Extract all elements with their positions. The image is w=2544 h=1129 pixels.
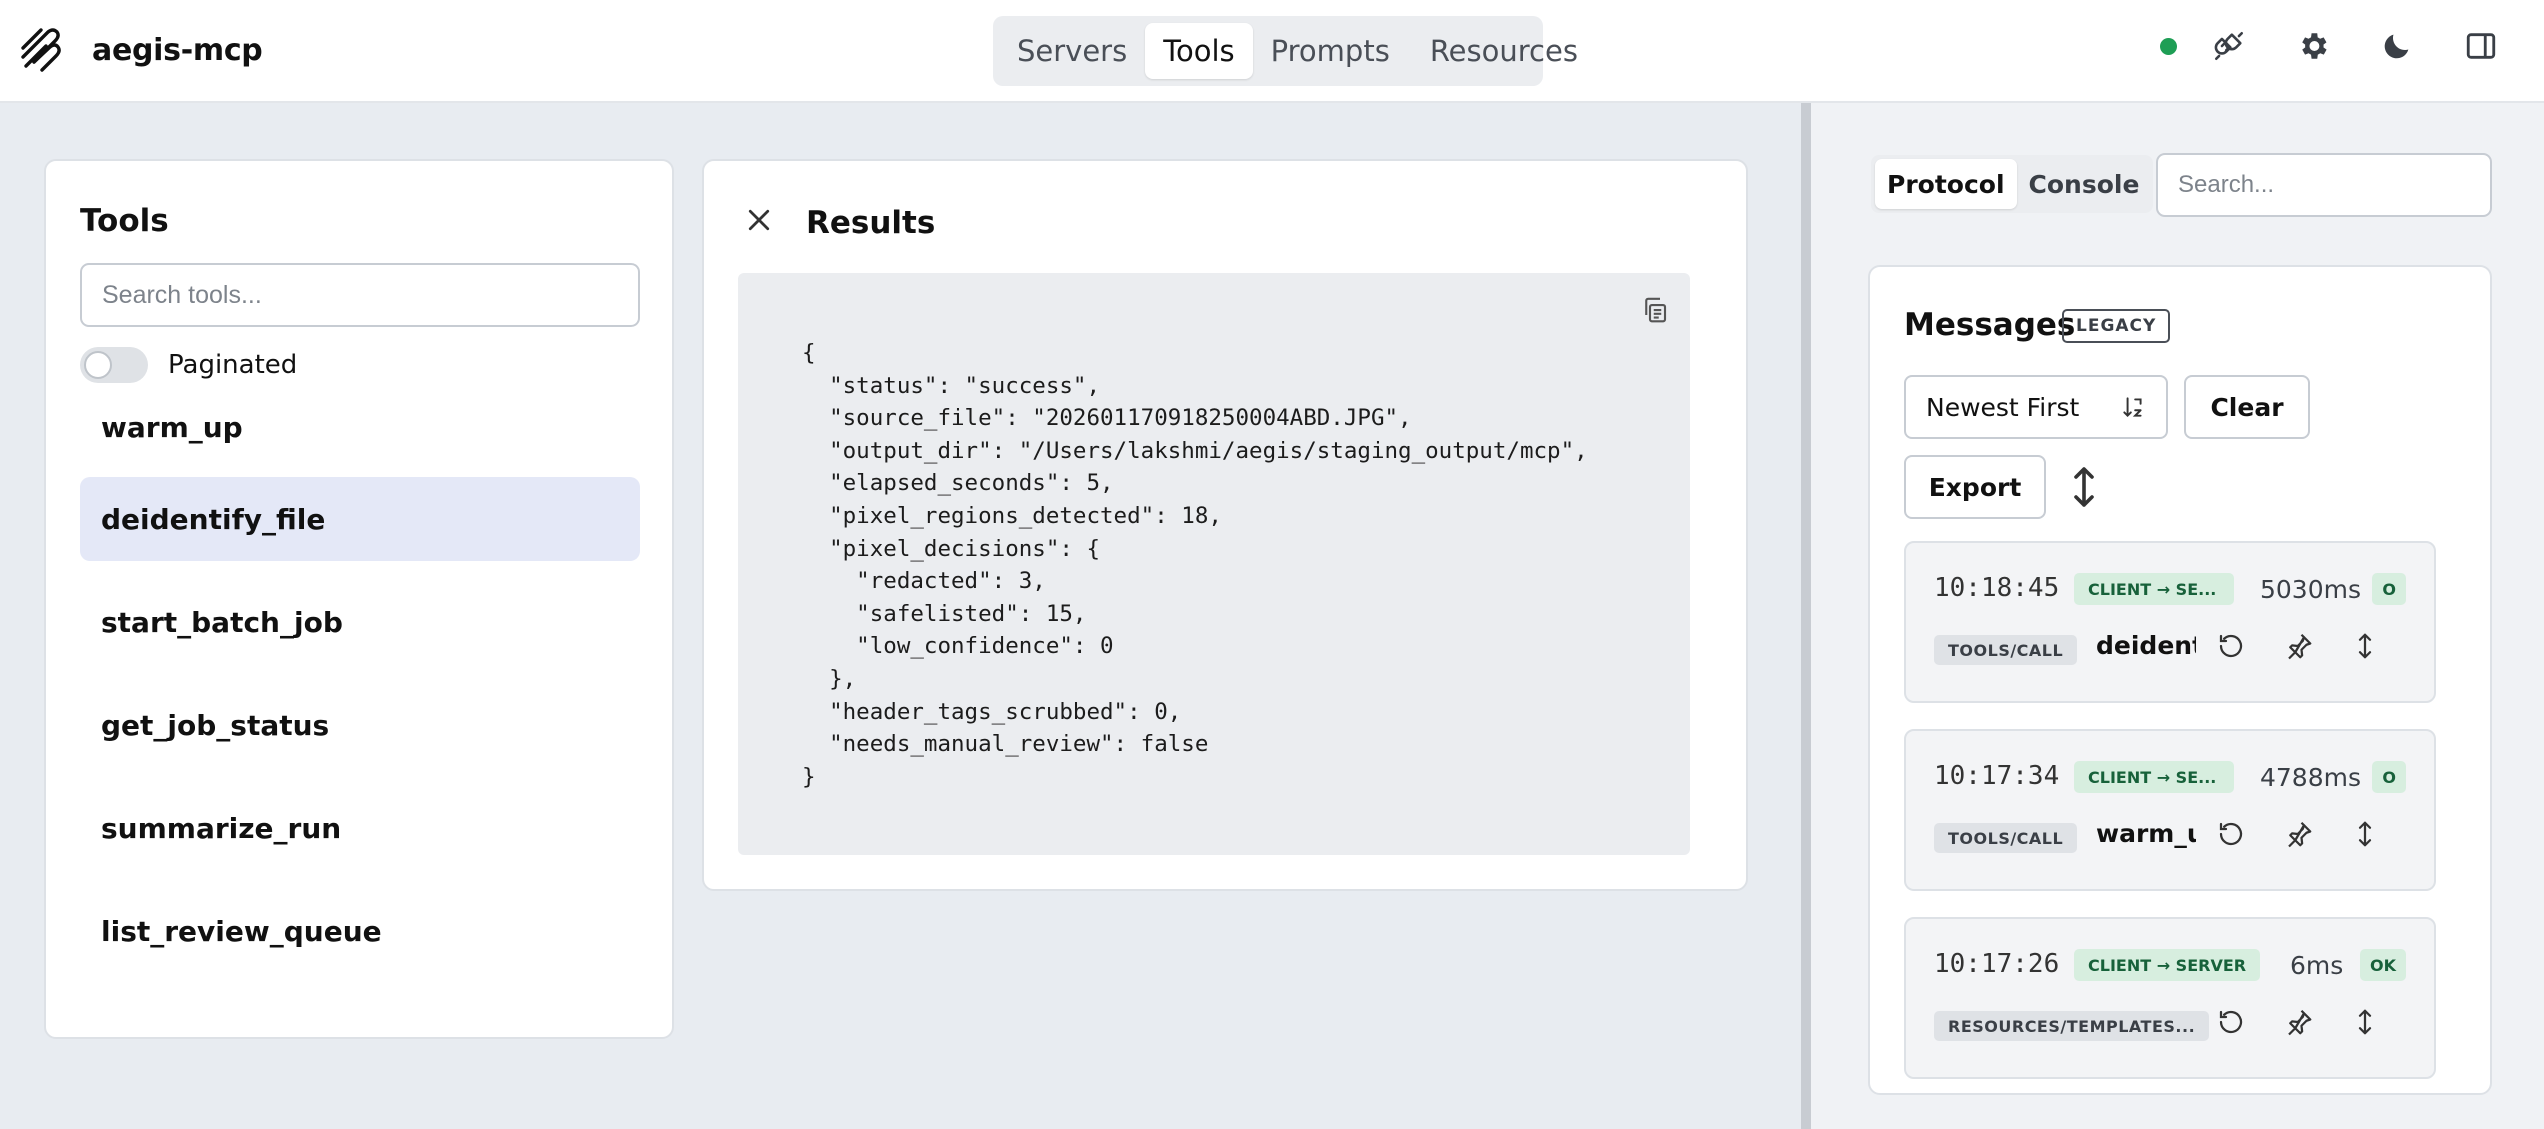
results-panel: Results { "status": "success", "source_f… bbox=[702, 159, 1748, 891]
replay-button[interactable] bbox=[2216, 819, 2252, 855]
pin-icon bbox=[2288, 1009, 2312, 1036]
tool-item-deidentify-file[interactable]: deidentify_file bbox=[80, 477, 640, 561]
expand-button[interactable] bbox=[2350, 819, 2386, 855]
tab-protocol[interactable]: Protocol bbox=[1875, 159, 2017, 209]
message-time: 10:17:26 bbox=[1934, 949, 2060, 979]
pin-button[interactable] bbox=[2284, 631, 2320, 667]
paginated-label: Paginated bbox=[168, 350, 298, 380]
message-time: 10:17:34 bbox=[1934, 761, 2060, 791]
message-time: 10:18:45 bbox=[1934, 573, 2060, 603]
export-button[interactable]: Export bbox=[1904, 455, 2046, 519]
moon-icon bbox=[2384, 34, 2409, 59]
paginated-toggle[interactable] bbox=[80, 347, 148, 383]
message-item[interactable]: 10:17:26 CLIENT → SERVER 6ms OK RESOURCE… bbox=[1904, 917, 2436, 1079]
method-badge: TOOLS/CALL bbox=[1934, 823, 2078, 853]
message-item[interactable]: 10:17:34 CLIENT → SE... 4788ms O TOOLS/C… bbox=[1904, 729, 2436, 891]
replay-icon bbox=[2219, 634, 2243, 658]
method-badge: TOOLS/CALL bbox=[1934, 635, 2078, 665]
pin-icon bbox=[2288, 821, 2312, 848]
tool-list: warm_up deidentify_file start_batch_job … bbox=[80, 403, 640, 992]
tab-tools[interactable]: Tools bbox=[1145, 23, 1253, 79]
direction-badge: CLIENT → SE... bbox=[2074, 573, 2234, 605]
replay-button[interactable] bbox=[2216, 1007, 2252, 1043]
connection-status-dot bbox=[2160, 38, 2177, 55]
brand: aegis-mcp bbox=[20, 26, 263, 74]
tool-item-start-batch-job[interactable]: start_batch_job bbox=[80, 580, 640, 664]
results-json-block: { "status": "success", "source_file": "2… bbox=[738, 273, 1690, 855]
tab-servers[interactable]: Servers bbox=[999, 23, 1145, 79]
message-tool-name: warm_up bbox=[2096, 819, 2196, 848]
plug-icon bbox=[2214, 31, 2244, 61]
message-duration: 4788ms bbox=[2260, 763, 2362, 792]
messages-title: Messages bbox=[1904, 307, 2076, 343]
sort-icon bbox=[2123, 397, 2142, 418]
header-actions bbox=[2160, 26, 2501, 66]
sidebar-toggle-icon bbox=[2466, 33, 2496, 59]
message-duration: 5030ms bbox=[2260, 575, 2362, 604]
gear-icon bbox=[2302, 33, 2327, 59]
sort-order-value: Newest First bbox=[1926, 392, 2080, 422]
protocol-console-tabs: Protocol Console bbox=[1871, 155, 2153, 213]
messages-search-input[interactable] bbox=[2156, 153, 2492, 217]
tab-console[interactable]: Console bbox=[2017, 159, 2152, 209]
status-badge: O bbox=[2372, 761, 2406, 793]
direction-badge: CLIENT → SE... bbox=[2074, 761, 2234, 793]
main-nav: Servers Tools Prompts Resources bbox=[993, 16, 1578, 86]
method-badge: RESOURCES/TEMPLATES... bbox=[1934, 1011, 2210, 1041]
sidebar-toggle-button[interactable] bbox=[2461, 26, 2501, 66]
pin-button[interactable] bbox=[2284, 1007, 2320, 1043]
clear-button[interactable]: Clear bbox=[2184, 375, 2310, 439]
message-tool-name: deidentif bbox=[2096, 631, 2196, 660]
message-item[interactable]: 10:18:45 CLIENT → SE... 5030ms O TOOLS/C… bbox=[1904, 541, 2436, 703]
history-pane: Protocol Console Messages LEGACY Newest … bbox=[1811, 103, 2544, 1129]
replay-icon bbox=[2219, 822, 2243, 846]
expand-button[interactable] bbox=[2350, 631, 2386, 667]
pin-icon bbox=[2288, 633, 2312, 660]
paginated-toggle-row: Paginated bbox=[80, 347, 297, 383]
direction-badge: CLIENT → SERVER bbox=[2074, 949, 2261, 981]
top-header: aegis-mcp Servers Tools Prompts Resource… bbox=[0, 0, 2544, 103]
tab-resources[interactable]: Resources bbox=[1412, 23, 1596, 79]
panel-resize-handle[interactable] bbox=[1801, 103, 1811, 1129]
tool-item-list-review-queue[interactable]: list_review_queue bbox=[80, 889, 640, 973]
expand-icon bbox=[2358, 1009, 2372, 1035]
replay-icon bbox=[2219, 1010, 2243, 1034]
expand-all-icon[interactable] bbox=[2060, 463, 2108, 511]
pin-button[interactable] bbox=[2284, 819, 2320, 855]
close-icon[interactable] bbox=[744, 205, 774, 235]
tools-panel: Tools Paginated warm_up deidentify_file … bbox=[44, 159, 674, 1039]
replay-button[interactable] bbox=[2216, 631, 2252, 667]
tool-item-get-job-status[interactable]: get_job_status bbox=[80, 683, 640, 767]
tab-prompts[interactable]: Prompts bbox=[1253, 23, 1408, 79]
messages-panel: Messages LEGACY Newest First Clear Expor… bbox=[1868, 265, 2492, 1095]
app-name: aegis-mcp bbox=[92, 32, 263, 68]
app-logo-icon bbox=[21, 28, 61, 72]
results-json-text: { "status": "success", "source_file": "2… bbox=[802, 340, 1588, 790]
sort-order-select[interactable]: Newest First bbox=[1904, 375, 2168, 439]
message-duration: 6ms bbox=[2290, 951, 2344, 980]
tool-item-warm-up[interactable]: warm_up bbox=[80, 403, 640, 451]
results-title: Results bbox=[806, 205, 936, 241]
status-badge: OK bbox=[2360, 949, 2406, 981]
expand-icon bbox=[2358, 821, 2372, 847]
legacy-badge: LEGACY bbox=[2062, 309, 2171, 343]
copy-icon[interactable] bbox=[1640, 295, 1670, 325]
plug-button[interactable] bbox=[2209, 26, 2249, 66]
settings-button[interactable] bbox=[2293, 26, 2333, 66]
theme-toggle-button[interactable] bbox=[2377, 26, 2417, 66]
expand-icon bbox=[2358, 633, 2372, 659]
tools-search-input[interactable] bbox=[80, 263, 640, 327]
toggle-knob bbox=[84, 351, 112, 379]
tools-title: Tools bbox=[80, 203, 169, 239]
expand-button[interactable] bbox=[2350, 1007, 2386, 1043]
status-badge: O bbox=[2372, 573, 2406, 605]
tool-item-summarize-run[interactable]: summarize_run bbox=[80, 786, 640, 870]
